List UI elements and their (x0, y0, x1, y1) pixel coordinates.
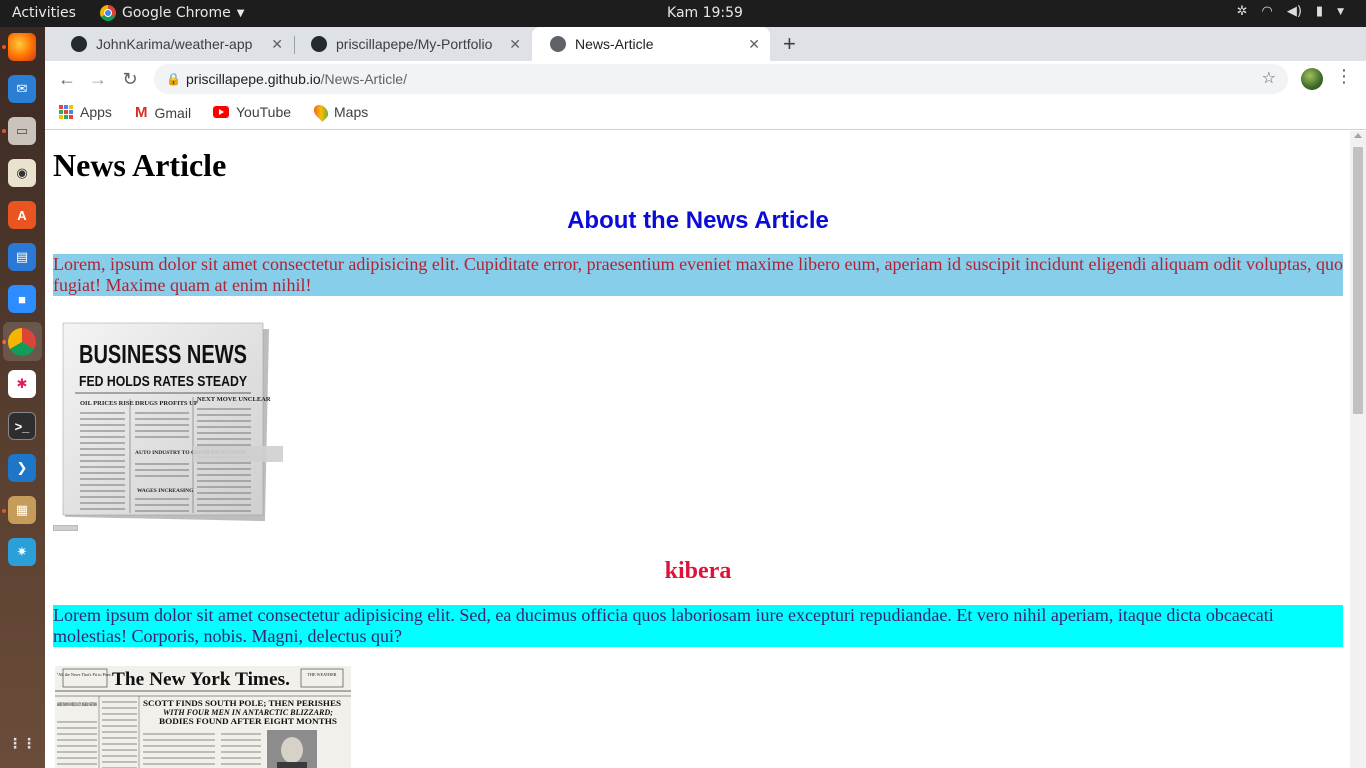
close-icon[interactable]: ✕ (748, 36, 760, 53)
bookmark-label: YouTube (236, 104, 292, 120)
new-york-times-image: "All the News That's Fit to Print." The … (55, 666, 351, 768)
chrome-icon[interactable] (8, 328, 36, 356)
browser-toolbar: ← → ↻ 🔒 priscillapepe.github.io/News-Art… (45, 61, 1366, 97)
running-indicator (2, 509, 6, 513)
globe-icon (550, 36, 566, 52)
apps-grid-icon (59, 105, 73, 119)
bookmark-label: Gmail (154, 104, 192, 121)
tab-label: priscillapepe/My-Portfolio (336, 36, 493, 52)
page-viewport: News Article About the News Article Lore… (45, 131, 1350, 768)
broken-image-placeholder (53, 525, 78, 531)
image-viewer-icon[interactable]: ▦ (8, 496, 36, 524)
url-host: priscillapepe.github.io (186, 71, 321, 87)
nyt-left-column: ARMED TROOPS IN MEXICO CITY; MADERO'S RE… (57, 703, 97, 708)
newspaper-headline: BUSINESS NEWS (79, 339, 247, 369)
bookmark-maps[interactable]: Maps (311, 102, 369, 122)
zoom-icon[interactable]: ■ (8, 285, 36, 313)
nyt-headline: BODIES FOUND AFTER EIGHT MONTHS (159, 717, 338, 726)
github-icon (71, 36, 87, 52)
firefox-icon[interactable] (8, 33, 36, 61)
tab-weather-app[interactable]: JohnKarima/weather-app ✕ (53, 27, 293, 61)
nyt-headline: WITH FOUR MEN IN ANTARCTIC BLIZZARD; (163, 708, 333, 717)
bookmark-label: Apps (80, 104, 112, 120)
github-icon (311, 36, 327, 52)
scroll-up-arrow-icon[interactable] (1354, 133, 1362, 138)
close-icon[interactable]: ✕ (271, 36, 283, 53)
tab-my-portfolio[interactable]: priscillapepe/My-Portfolio ✕ (293, 27, 531, 61)
newspaper-subhead: FED HOLDS RATES STEADY (79, 373, 247, 390)
system-top-bar: Activities Google Chrome ▼ Kam 19:59 ✲ ◠… (0, 0, 1366, 27)
terminal-icon[interactable]: >_ (8, 412, 36, 440)
nyt-masthead: The New York Times. (112, 669, 290, 690)
browser-window: JohnKarima/weather-app ✕ priscillapepe/M… (45, 27, 1366, 768)
wifi-icon: ◠ (1261, 4, 1273, 19)
profile-avatar[interactable] (1301, 68, 1323, 90)
kibera-paragraph: Lorem ipsum dolor sit amet consectetur a… (53, 605, 1343, 647)
software-center-icon[interactable]: A (8, 201, 36, 229)
nyt-left-box: "All the News That's Fit to Print." (57, 672, 114, 677)
address-bar[interactable]: 🔒 priscillapepe.github.io/News-Article/ … (154, 64, 1288, 94)
youtube-icon (213, 106, 229, 118)
battery-icon: ▮ (1315, 4, 1324, 19)
settings-icon[interactable]: ✷ (8, 538, 36, 566)
nyt-headline: SCOTT FINDS SOUTH POLE; THEN PERISHES (143, 698, 341, 708)
about-paragraph: Lorem, ipsum dolor sit amet consectetur … (53, 254, 1343, 296)
bookmark-star-icon[interactable]: ☆ (1262, 64, 1276, 94)
bookmark-youtube[interactable]: YouTube (213, 104, 291, 120)
show-applications-icon[interactable]: ⋮⋮ (8, 733, 36, 753)
slack-tray-icon[interactable]: ✲ (1237, 4, 1248, 19)
newspaper-column-heading: NEXT MOVE UNCLEAR (197, 396, 271, 403)
tab-label: News-Article (575, 36, 654, 52)
gmail-icon: M (135, 104, 148, 121)
vscode-icon[interactable]: ❯ (8, 454, 36, 482)
newspaper-column-heading: WAGES INCREASING (137, 488, 194, 494)
chevron-down-icon: ▼ (1337, 6, 1344, 17)
kibera-heading: kibera (664, 558, 732, 584)
volume-icon: ◀) (1286, 4, 1302, 19)
tab-news-article[interactable]: News-Article ✕ (532, 27, 770, 61)
page-scrollbar[interactable] (1350, 131, 1366, 768)
back-button[interactable]: ← (55, 67, 79, 91)
maps-pin-icon (311, 102, 331, 122)
scrollbar-thumb[interactable] (1353, 147, 1363, 414)
tab-label: JohnKarima/weather-app (96, 36, 253, 52)
bookmarks-bar: Apps M Gmail YouTube Maps (45, 97, 1366, 130)
nyt-right-box: THE WEATHER (307, 672, 336, 677)
newspaper-column-heading: OIL PRICES RISE (80, 400, 134, 407)
clock[interactable]: Kam 19:59 (0, 5, 1366, 21)
rhythmbox-icon[interactable]: ◉ (8, 159, 36, 187)
thunderbird-icon[interactable]: ✉ (8, 75, 36, 103)
reload-button[interactable]: ↻ (118, 67, 142, 91)
tab-strip: JohnKarima/weather-app ✕ priscillapepe/M… (45, 27, 1366, 61)
files-icon[interactable]: ▭ (8, 117, 36, 145)
system-tray[interactable]: ✲ ◠ ◀) ▮ ▼ (1237, 4, 1344, 19)
menu-kebab-icon[interactable]: ⋮ (1335, 66, 1353, 87)
forward-button[interactable]: → (86, 67, 110, 91)
bookmark-label: Maps (334, 104, 369, 120)
slack-icon[interactable]: ✱ (8, 370, 36, 398)
writer-icon[interactable]: ▤ (8, 243, 36, 271)
running-indicator (2, 45, 6, 49)
newspaper-column-heading: DRUGS PROFITS UP (135, 400, 198, 407)
page-title: News Article (53, 147, 227, 183)
business-news-image: BUSINESS NEWS FED HOLDS RATES STEADY OIL… (62, 322, 283, 522)
running-indicator (2, 129, 6, 133)
url-path: /News-Article/ (320, 71, 407, 87)
bookmark-gmail[interactable]: M Gmail (135, 104, 191, 121)
bookmark-apps[interactable]: Apps (59, 104, 112, 120)
new-tab-button[interactable]: + (783, 31, 796, 57)
dock: ✉ ▭ ◉ A ▤ ■ ✱ >_ ❯ ▦ ✷ ⋮⋮ (0, 27, 45, 768)
about-heading: About the News Article (567, 207, 829, 234)
close-icon[interactable]: ✕ (509, 36, 521, 53)
lock-icon[interactable]: 🔒 (166, 64, 181, 94)
